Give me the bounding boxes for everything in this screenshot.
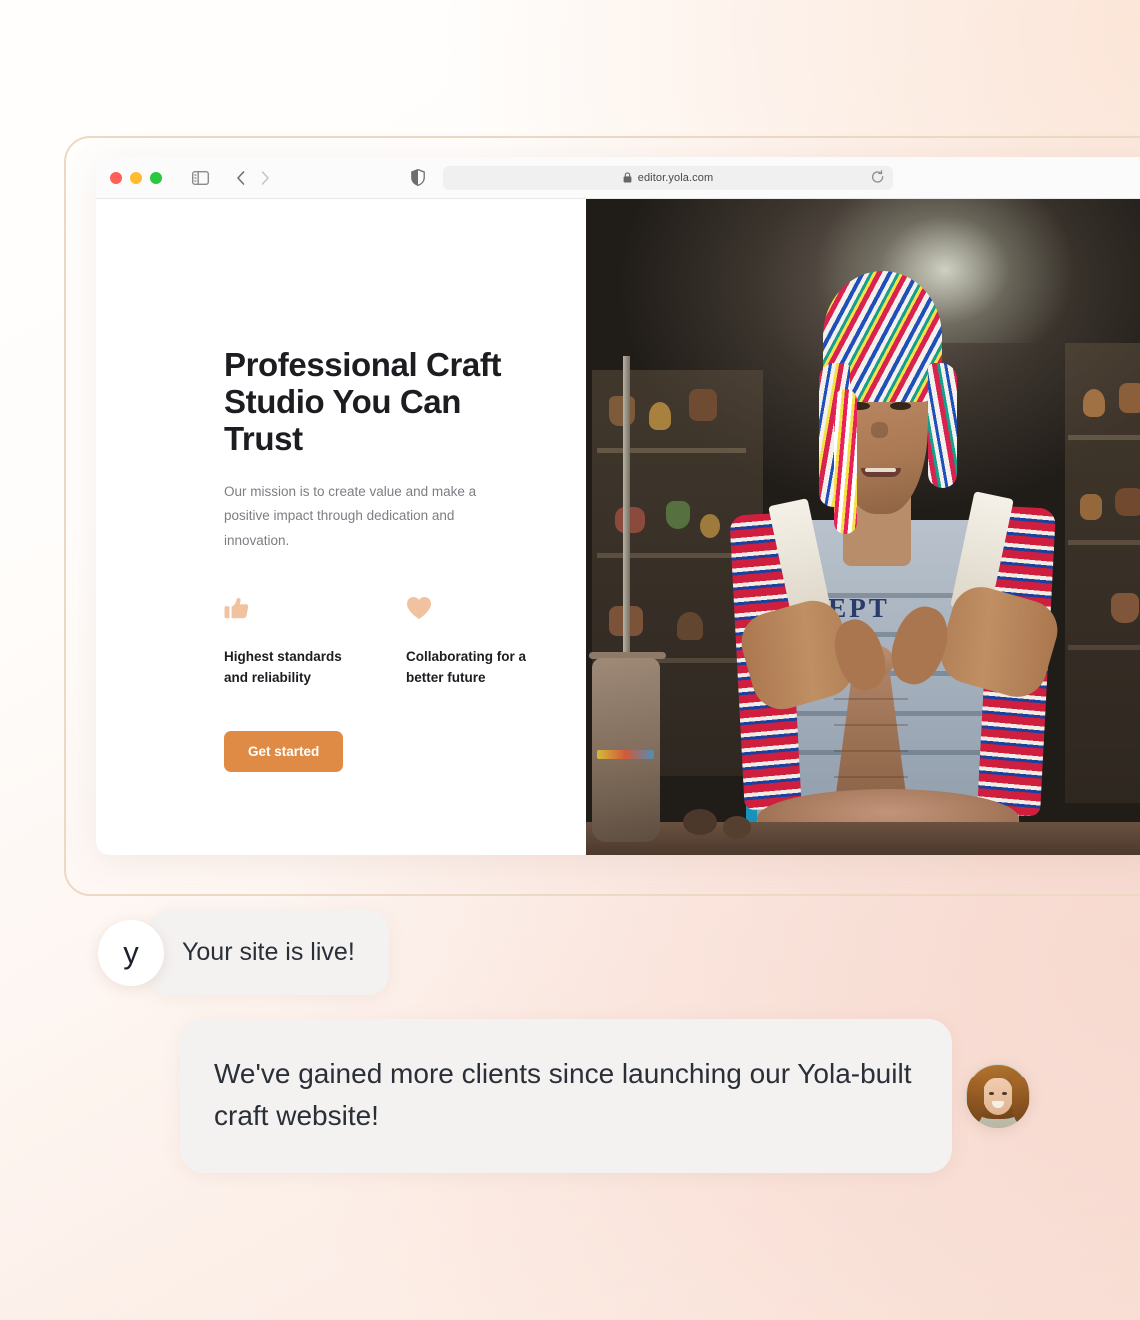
hero-text-column: Professional Craft Studio You Can Trust … [96,199,586,855]
hat-earflap-right [928,363,957,488]
avatar-hair-right [1012,1076,1029,1123]
clay-ring [833,750,909,753]
jar-paint-band [597,750,655,760]
minimize-button[interactable] [130,171,142,184]
shelf-board [597,448,746,454]
feature-item: Collaborating for a better future [406,596,546,689]
shelf-pottery [608,395,635,426]
support-pole [623,356,631,685]
teeth [865,467,897,472]
avatar-eye-right [1001,1091,1007,1095]
website-preview: Professional Craft Studio You Can Trust … [96,199,1140,855]
heart-icon [406,596,546,626]
message-row: y Your site is live! [98,910,389,995]
shelf-board [1067,540,1140,546]
privacy-shield-icon[interactable] [411,169,425,186]
window-controls[interactable] [110,171,162,184]
brand-avatar: y [98,919,164,986]
shelf-pottery [677,612,704,641]
shelf-pottery [1082,389,1105,418]
maximize-button[interactable] [150,171,162,184]
nose [871,422,889,439]
shelf-pottery [1110,592,1139,623]
shelf-board [1067,435,1140,441]
shelf-pottery [1118,382,1140,413]
clay-lump [722,815,752,839]
browser-window: editor.yola.com Professional Craft Studi… [96,157,1140,855]
clay-ring [833,776,909,779]
lock-icon [623,172,632,183]
clay-ring [833,697,909,700]
shelf-pottery [648,402,671,431]
shelf-pottery [688,389,717,422]
avatar-eye-left [989,1091,995,1095]
shelf-board [597,553,746,559]
avatar-smile [992,1101,1004,1108]
hat-tassel [833,389,857,534]
shelf-pottery [700,513,720,538]
feature-list: Highest standards and reliability Collab… [224,596,586,689]
avatar [966,1064,1030,1128]
avatar-hair-left [967,1076,984,1123]
thumbs-up-icon [224,596,364,626]
chevron-left-icon[interactable] [235,170,247,186]
url-text: editor.yola.com [637,171,714,184]
sidebar-toggle-icon[interactable] [192,170,209,185]
address-bar[interactable]: editor.yola.com [443,165,893,190]
feature-label: Highest standards and reliability [224,648,342,686]
close-button[interactable] [110,171,122,184]
workshop-floor [586,822,1140,855]
chat-bubble-status: Your site is live! [148,910,389,995]
shelf-board [1067,645,1140,651]
shelf-pottery [1079,494,1102,521]
reload-icon[interactable] [871,169,885,190]
hero-photo: EPT [586,199,1140,855]
feature-item: Highest standards and reliability [224,596,364,689]
get-started-button[interactable]: Get started [224,730,344,772]
hero-subtext: Our mission is to create value and make … [224,483,477,548]
chat-bubble-testimonial: We've gained more clients since launchin… [180,1019,952,1173]
shelf-pottery [665,500,690,529]
chevron-right-icon[interactable] [259,170,271,186]
clay-ring [833,723,909,726]
message-row: We've gained more clients since launchin… [180,1019,1030,1173]
page-title: Professional Craft Studio You Can Trust [224,346,502,457]
feature-label: Collaborating for a better future [406,648,527,686]
shelf-pottery [1114,487,1140,516]
browser-toolbar: editor.yola.com [96,157,1140,199]
